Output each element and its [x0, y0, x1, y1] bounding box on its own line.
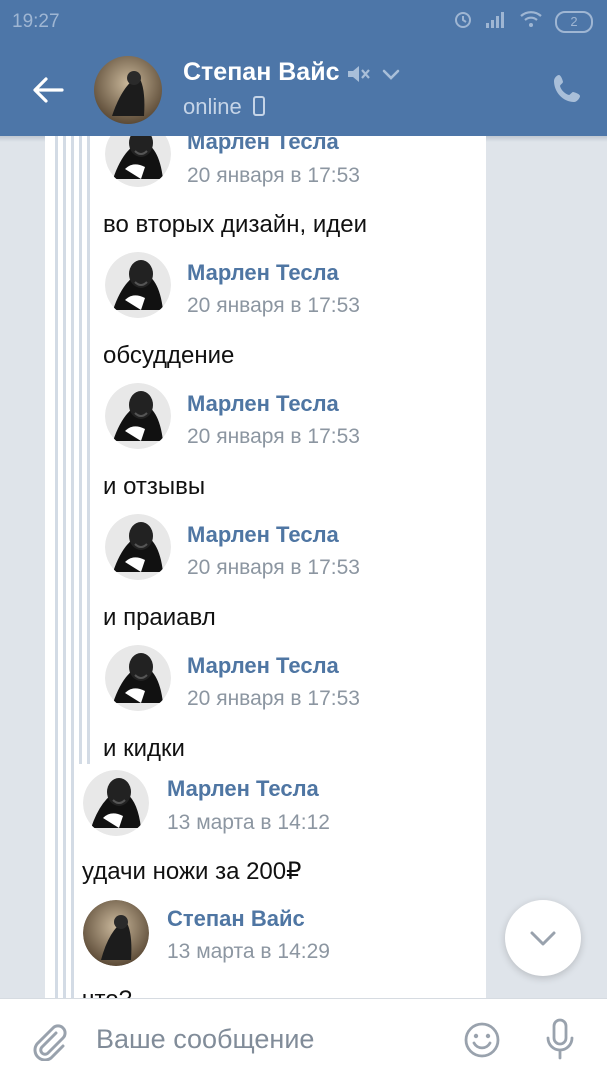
message-text: и отзывы [103, 473, 206, 500]
chat-screen: 19:27 2 Степан Вайс online Марлен Тесла … [0, 0, 607, 1080]
message-date: 20 января в 17:53 [187, 687, 360, 710]
avatar[interactable] [105, 136, 171, 187]
online-status: online [183, 94, 266, 120]
message-text: и праиавл [103, 604, 216, 631]
list-item[interactable]: Степан Вайс 13 марта в 14:29 что? [45, 900, 486, 998]
chevron-down-icon [530, 931, 556, 946]
message-input[interactable] [90, 1013, 442, 1065]
avatar[interactable] [83, 770, 149, 836]
sender-name[interactable]: Марлен Тесла [167, 776, 319, 802]
message-composer [0, 998, 607, 1080]
list-item[interactable]: Марлен Тесла 13 марта в 14:12 удачи ножи… [45, 768, 486, 892]
status-icons: 2 [453, 9, 593, 35]
list-item[interactable]: Марлен Тесла 20 января в 17:53 и праиавл [45, 514, 486, 638]
avatar[interactable] [105, 645, 171, 711]
smiley-icon [464, 1022, 500, 1058]
signal-icon [485, 10, 507, 34]
sender-name[interactable]: Марлен Тесла [187, 653, 339, 679]
microphone-icon [546, 1018, 574, 1060]
list-item[interactable]: Марлен Тесла 20 января в 17:53 обсуддени… [45, 252, 486, 376]
avatar[interactable] [94, 56, 162, 124]
phone-icon [554, 75, 580, 102]
message-text: во вторых дизайн, идеи [103, 211, 367, 238]
message-list[interactable]: Марлен Тесла 20 января в 17:53 во вторых… [45, 136, 486, 998]
sender-name[interactable]: Степан Вайс [167, 906, 305, 932]
chat-title[interactable]: Степан Вайс [183, 58, 339, 87]
message-text: что? [82, 986, 132, 998]
voice-message-button[interactable] [544, 1017, 576, 1061]
sender-name[interactable]: Марлен Тесла [187, 522, 339, 548]
wifi-icon [519, 10, 543, 34]
status-time: 19:27 [12, 11, 60, 32]
sender-name[interactable]: Марлен Тесла [187, 136, 339, 155]
emoji-button[interactable] [463, 1021, 501, 1059]
chat-header: Степан Вайс online [0, 44, 607, 136]
sender-name[interactable]: Марлен Тесла [187, 260, 339, 286]
avatar[interactable] [105, 252, 171, 318]
alarm-icon [453, 9, 473, 35]
scroll-down-button[interactable] [505, 900, 581, 976]
message-text: и кидки [103, 735, 185, 762]
sender-name[interactable]: Марлен Тесла [187, 391, 339, 417]
speaker-muted-icon [345, 62, 371, 86]
list-item[interactable]: Марлен Тесла 20 января в 17:53 и отзывы [45, 383, 486, 507]
message-date: 13 марта в 14:12 [167, 811, 330, 834]
message-date: 20 января в 17:53 [187, 294, 360, 317]
status-bar: 19:27 2 [0, 0, 607, 44]
attach-button[interactable] [28, 1021, 68, 1062]
paperclip-icon [33, 1024, 67, 1062]
avatar[interactable] [105, 514, 171, 580]
avatar[interactable] [105, 383, 171, 449]
arrow-left-icon [33, 77, 64, 103]
call-button[interactable] [551, 72, 583, 106]
back-button[interactable] [28, 70, 68, 110]
message-date: 13 марта в 14:29 [167, 940, 330, 963]
battery-icon: 2 [555, 11, 593, 33]
chevron-down-icon[interactable] [380, 64, 402, 84]
list-item[interactable]: Марлен Тесла 20 января в 17:53 во вторых… [45, 136, 486, 246]
mobile-device-icon [252, 96, 265, 116]
message-text: обсуддение [103, 342, 235, 369]
message-date: 20 января в 17:53 [187, 164, 360, 187]
message-text: удачи ножи за 200₽ [82, 858, 302, 885]
status-text: online [183, 94, 242, 119]
avatar[interactable] [83, 900, 149, 966]
message-date: 20 января в 17:53 [187, 556, 360, 579]
message-date: 20 января в 17:53 [187, 425, 360, 448]
list-item[interactable]: Марлен Тесла 20 января в 17:53 и кидки [45, 645, 486, 769]
